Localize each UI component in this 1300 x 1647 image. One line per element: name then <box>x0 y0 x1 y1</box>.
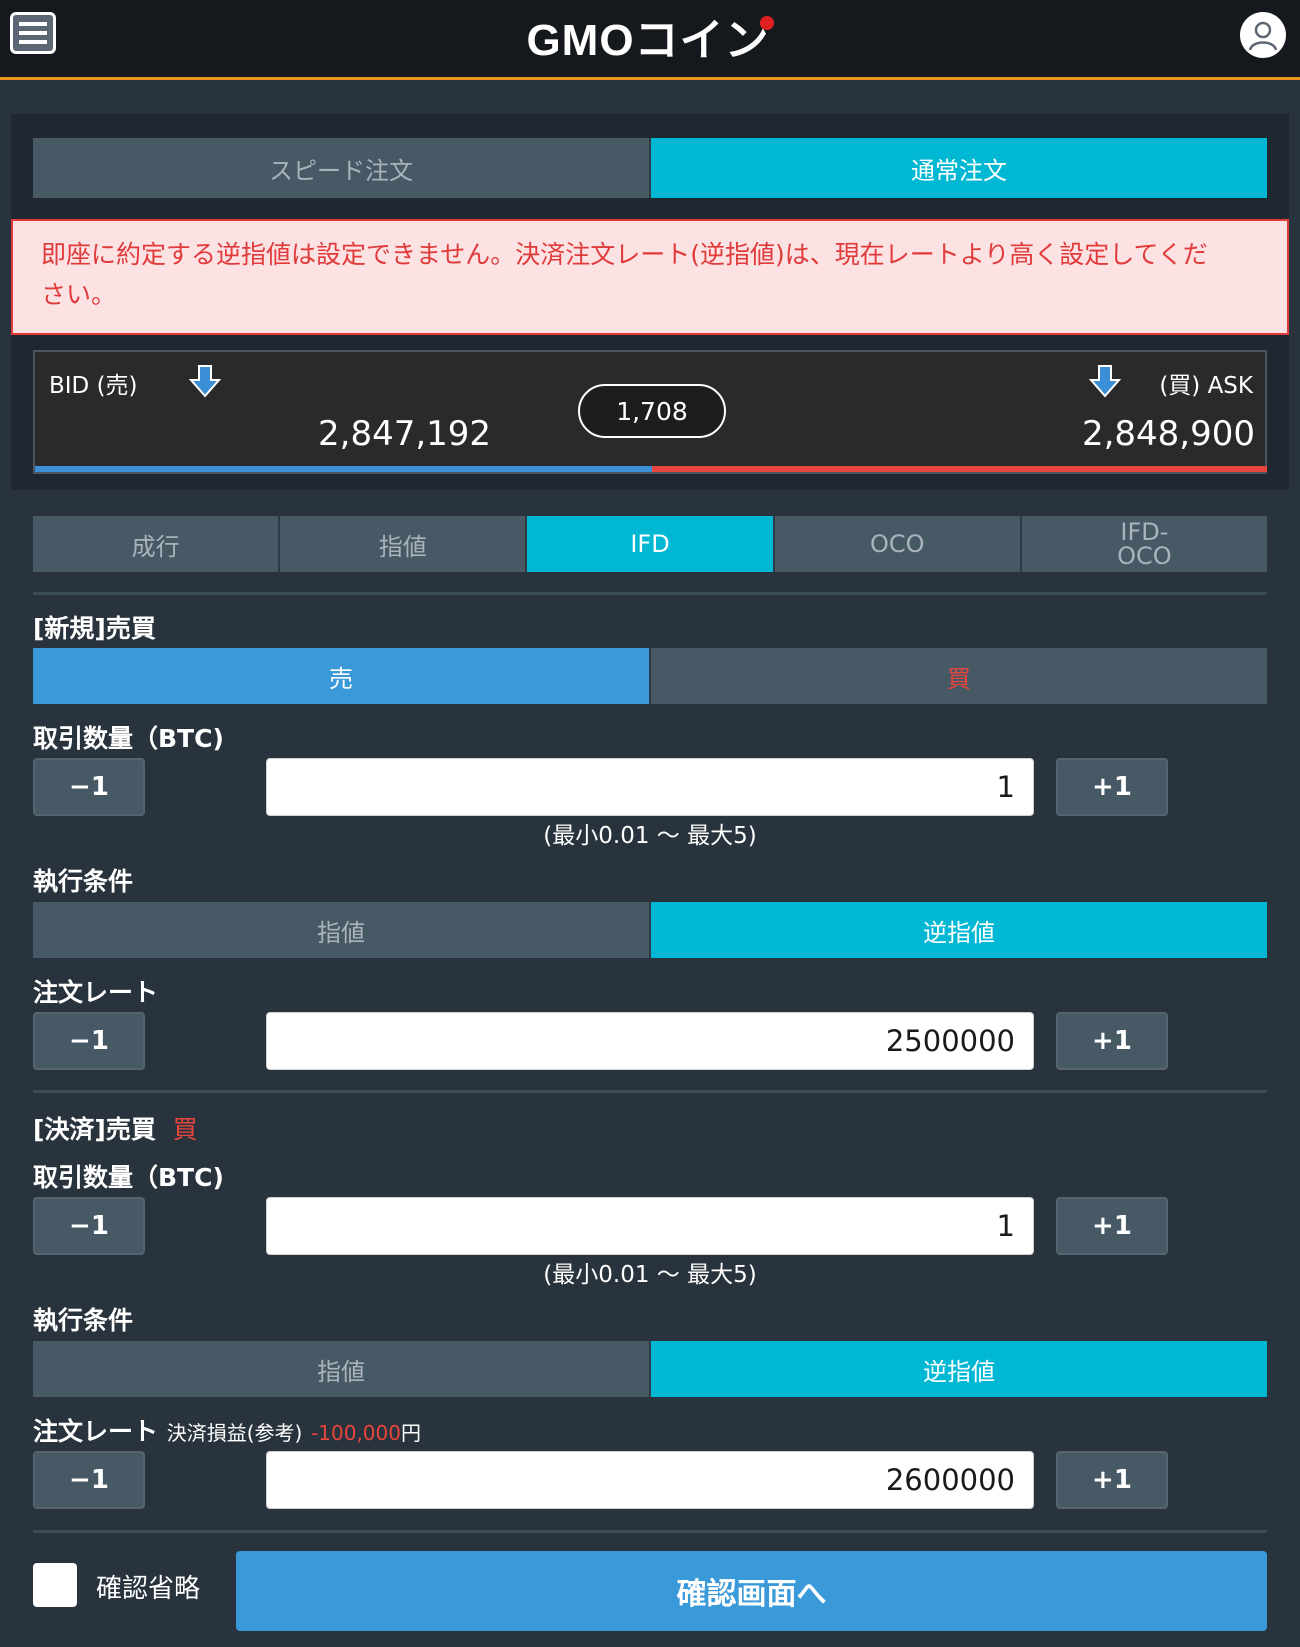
settle-quantity-plus-button[interactable]: +1 <box>1056 1197 1168 1255</box>
tab-ifd-oco[interactable]: IFD- OCO <box>1019 516 1268 572</box>
ask-price: 2,848,900 <box>1081 414 1255 454</box>
settle-order-label: [決済]売買 買 <box>33 1110 198 1146</box>
settle-pl-value: -100,000 <box>311 1421 401 1445</box>
buy-button[interactable]: 買 <box>649 648 1267 704</box>
spread-badge: 1,708 <box>578 384 726 438</box>
settle-exec-stop[interactable]: 逆指値 <box>649 1341 1267 1397</box>
bid-down-arrow-icon <box>189 365 221 398</box>
confirm-button[interactable]: 確認画面へ <box>236 1551 1267 1631</box>
bid-bar <box>35 466 652 472</box>
logo-dot-icon <box>759 16 774 30</box>
hamburger-menu-icon[interactable] <box>10 12 56 54</box>
new-quantity-label: 取引数量（BTC) <box>33 724 224 753</box>
settle-exec-limit[interactable]: 指値 <box>33 1341 649 1397</box>
settle-exec-selector: 指値 逆指値 <box>33 1341 1267 1397</box>
new-exec-selector: 指値 逆指値 <box>33 902 1267 958</box>
skip-confirm-label: 確認省略 <box>96 1574 201 1604</box>
tab-speed-order[interactable]: スピード注文 <box>33 138 649 198</box>
skip-confirm-checkbox[interactable] <box>33 1563 77 1607</box>
settle-quantity-label: 取引数量（BTC) <box>33 1163 224 1192</box>
rate-display: BID (売) 2,847,192 1,708 (買) ASK 2,848,90… <box>33 350 1267 474</box>
error-message: 即座に約定する逆指値は設定できません。決済注文レート(逆指値)は、現在レートより… <box>11 219 1289 335</box>
new-rate-input[interactable] <box>266 1012 1034 1070</box>
new-quantity-input[interactable] <box>266 758 1034 816</box>
divider <box>33 1090 1267 1093</box>
settle-quantity-hint: (最小0.01 ～ 最大5) <box>543 1262 757 1288</box>
ask-bar <box>652 466 1267 472</box>
app-logo: GMOコイン <box>500 8 800 65</box>
new-quantity-hint: (最小0.01 ～ 最大5) <box>543 823 757 849</box>
divider <box>33 1530 1267 1533</box>
new-exec-stop[interactable]: 逆指値 <box>649 902 1267 958</box>
tab-ifd-oco-line1: IFD- <box>1120 518 1169 546</box>
settle-exec-label: 執行条件 <box>33 1306 134 1335</box>
settle-rate-plus-button[interactable]: +1 <box>1056 1451 1168 1509</box>
order-mode-tabs: スピード注文 通常注文 <box>33 138 1267 198</box>
new-quantity-minus-button[interactable]: −1 <box>33 758 145 816</box>
new-rate-minus-button[interactable]: −1 <box>33 1012 145 1070</box>
logo-text: GMOコイン <box>526 16 770 65</box>
bid-label: BID (売) <box>49 373 138 399</box>
settle-pl-unit: 円 <box>400 1421 421 1445</box>
settle-quantity-input[interactable] <box>266 1197 1034 1255</box>
divider <box>33 592 1267 595</box>
error-message-line2: さい。 <box>41 280 117 309</box>
settle-quantity-minus-button[interactable]: −1 <box>33 1197 145 1255</box>
new-exec-limit[interactable]: 指値 <box>33 902 649 958</box>
new-rate-plus-button[interactable]: +1 <box>1056 1012 1168 1070</box>
tab-ifd-oco-line2: OCO <box>1117 542 1172 570</box>
order-type-tabs: 成行 指値 IFD OCO IFD- OCO <box>33 516 1268 572</box>
ask-label: (買) ASK <box>1159 373 1253 399</box>
app-header: GMOコイン <box>0 0 1300 80</box>
side-selector: 売 買 <box>33 648 1267 704</box>
new-order-label: [新規]売買 <box>33 614 156 643</box>
settle-order-title: [決済]売買 <box>33 1115 156 1144</box>
error-message-line1: 即座に約定する逆指値は設定できません。決済注文レート(逆指値)は、現在レートより… <box>41 240 1208 269</box>
ask-down-arrow-icon <box>1089 365 1121 398</box>
bid-price: 2,847,192 <box>318 414 492 454</box>
tab-market[interactable]: 成行 <box>33 516 279 572</box>
new-quantity-plus-button[interactable]: +1 <box>1056 758 1168 816</box>
new-exec-label: 執行条件 <box>33 867 134 896</box>
tab-normal-order[interactable]: 通常注文 <box>649 138 1267 198</box>
tab-limit[interactable]: 指値 <box>278 516 526 572</box>
tab-oco[interactable]: OCO <box>772 516 1020 572</box>
settle-rate-minus-button[interactable]: −1 <box>33 1451 145 1509</box>
settle-order-side: 買 <box>172 1115 198 1144</box>
user-account-icon[interactable] <box>1240 12 1286 58</box>
settle-rate-label: 注文レート <box>33 1417 159 1446</box>
settle-pl-label: 決済損益(参考) <box>166 1421 303 1445</box>
sell-button[interactable]: 売 <box>33 648 649 704</box>
tab-ifd[interactable]: IFD <box>525 516 773 572</box>
new-rate-label: 注文レート <box>33 978 159 1007</box>
settle-rate-input[interactable] <box>266 1451 1034 1509</box>
settle-rate-row: 注文レート 決済損益(参考) -100,000円 <box>33 1412 421 1448</box>
